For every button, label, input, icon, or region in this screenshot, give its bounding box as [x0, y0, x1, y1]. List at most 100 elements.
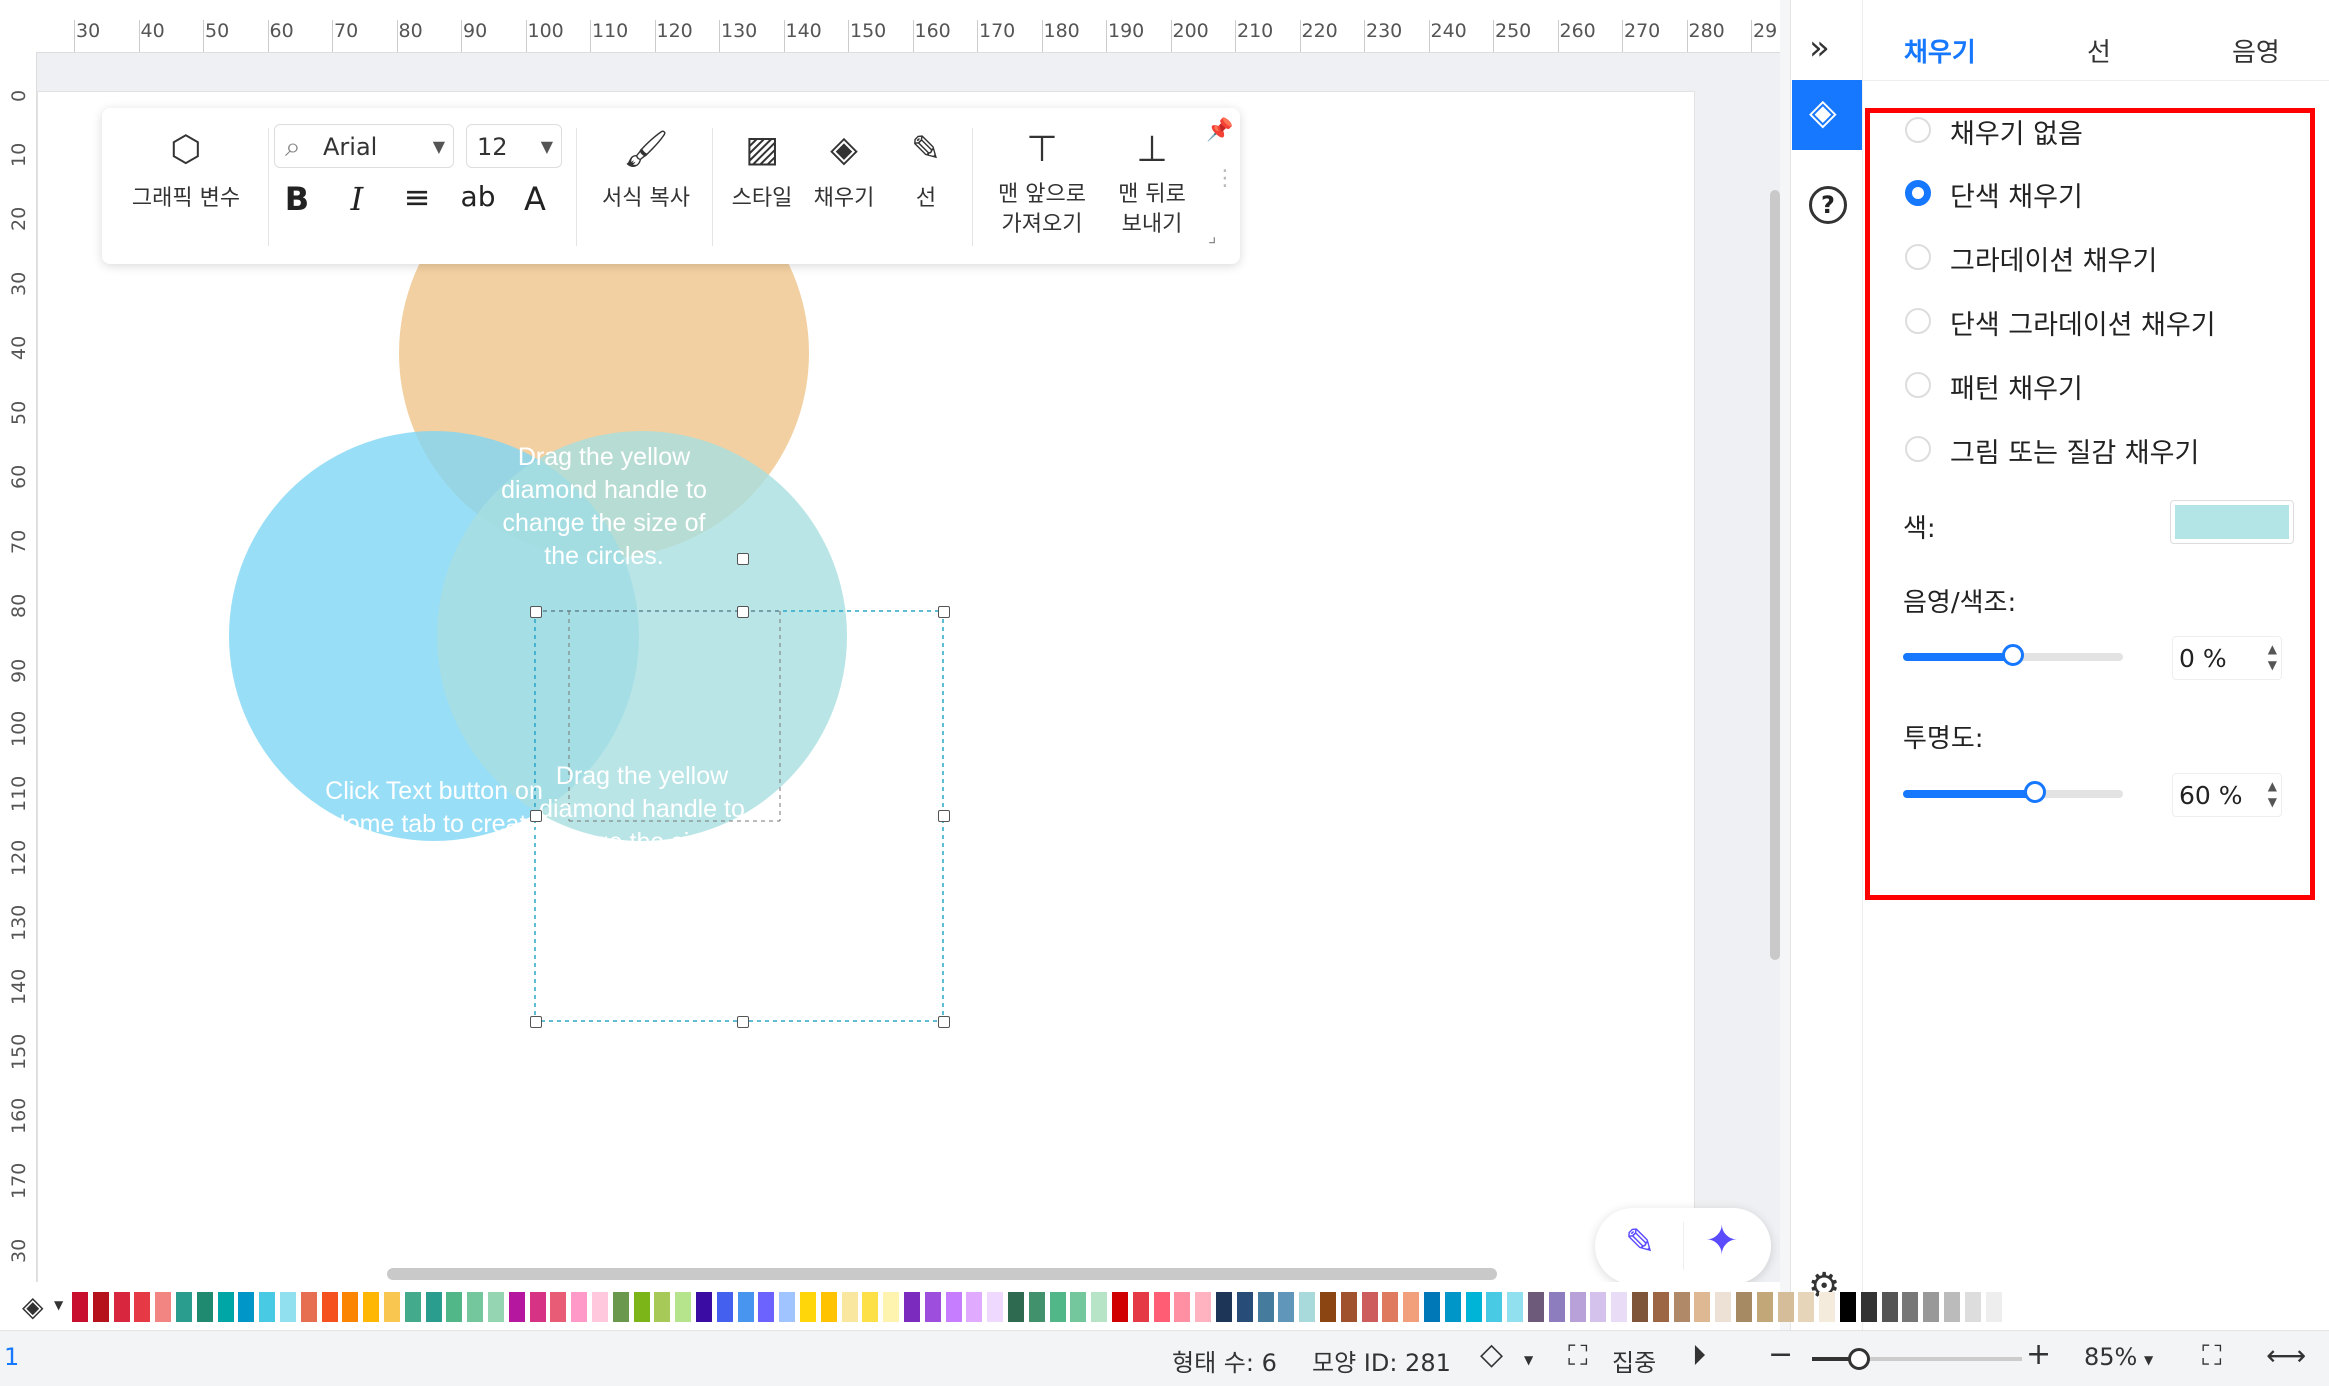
color-swatch[interactable]: [800, 1292, 816, 1322]
format-painter-button[interactable]: 🖌 서식 복사: [586, 130, 706, 212]
italic-button[interactable]: I: [342, 180, 372, 218]
color-swatch[interactable]: [404, 1292, 421, 1322]
spinner-arrows-icon[interactable]: ▲ ▼: [2268, 641, 2277, 673]
shade-slider[interactable]: [1903, 644, 2123, 666]
color-swatch[interactable]: [300, 1292, 317, 1322]
color-swatch[interactable]: [779, 1292, 796, 1322]
color-swatch[interactable]: [654, 1292, 671, 1322]
radio-solid-fill[interactable]: [1905, 180, 1931, 206]
color-swatch[interactable]: [1091, 1292, 1108, 1322]
resize-handle[interactable]: [737, 553, 749, 565]
color-swatch[interactable]: [1486, 1292, 1503, 1322]
fill-panel-tab[interactable]: ◈: [1792, 80, 1862, 150]
resize-handle[interactable]: [737, 606, 749, 618]
color-swatch[interactable]: [1465, 1292, 1482, 1322]
color-swatch[interactable]: [1694, 1292, 1711, 1322]
color-picker[interactable]: [2170, 500, 2294, 544]
color-swatch[interactable]: [176, 1292, 192, 1322]
color-swatch[interactable]: [1444, 1292, 1461, 1322]
color-swatch[interactable]: [92, 1292, 109, 1322]
radio-solid-gradient-fill[interactable]: [1905, 308, 1931, 334]
color-swatch[interactable]: [820, 1292, 837, 1322]
color-swatch[interactable]: [966, 1292, 983, 1322]
align-left-icon[interactable]: ≡: [402, 178, 432, 216]
fill-color-icon[interactable]: ◈: [22, 1290, 44, 1323]
style-button[interactable]: ▨ 스타일: [722, 130, 802, 212]
zoom-level[interactable]: 85%: [2084, 1343, 2137, 1371]
color-swatch[interactable]: [342, 1292, 359, 1322]
color-swatch[interactable]: [196, 1292, 213, 1322]
vertical-scrollbar[interactable]: [1770, 190, 1780, 960]
zoom-out-icon[interactable]: −: [1768, 1337, 1793, 1372]
color-swatch[interactable]: [1424, 1292, 1440, 1322]
color-swatch[interactable]: [571, 1292, 588, 1322]
bring-to-front-button[interactable]: ⊤ 맨 앞으로 가져오기: [982, 130, 1102, 240]
font-color-button[interactable]: A: [520, 180, 550, 218]
right-circle-text[interactable]: Drag the yellow diamond handle to change…: [522, 760, 762, 892]
send-to-back-button[interactable]: ⊥ 맨 뒤로 보내기: [1102, 130, 1202, 240]
color-swatch[interactable]: [1860, 1292, 1877, 1322]
zoom-slider-knob[interactable]: [1848, 1348, 1870, 1370]
focus-label[interactable]: 집중: [1612, 1343, 1656, 1378]
fill-button[interactable]: ◈ 채우기: [804, 130, 884, 212]
color-swatch[interactable]: [155, 1292, 172, 1322]
color-swatch[interactable]: [883, 1292, 900, 1322]
color-swatch[interactable]: [72, 1292, 88, 1322]
resize-handle[interactable]: [938, 1016, 950, 1028]
color-swatch[interactable]: [1569, 1292, 1586, 1322]
chevron-down-icon[interactable]: ▼: [2144, 1353, 2153, 1367]
color-swatch[interactable]: [1278, 1292, 1295, 1322]
graphic-variable-button[interactable]: ⬡ 그래픽 변수: [116, 130, 256, 212]
font-size-select[interactable]: 12 ▼: [466, 124, 562, 168]
color-swatch[interactable]: [1611, 1292, 1628, 1322]
tab-shadow[interactable]: 음영: [2232, 32, 2280, 69]
radio-pattern-fill[interactable]: [1905, 372, 1931, 398]
color-swatch[interactable]: [862, 1292, 879, 1322]
color-swatch[interactable]: [1840, 1292, 1856, 1322]
color-swatch[interactable]: [508, 1292, 525, 1322]
color-swatch[interactable]: [1736, 1292, 1752, 1322]
bold-button[interactable]: B: [282, 180, 312, 218]
color-swatch[interactable]: [1985, 1292, 2002, 1322]
color-swatch[interactable]: [1049, 1292, 1066, 1322]
chevron-down-icon[interactable]: ▼: [54, 1298, 63, 1312]
sparkle-icon[interactable]: ✦: [1705, 1218, 1739, 1264]
color-swatch[interactable]: [592, 1292, 608, 1322]
color-swatch[interactable]: [1361, 1292, 1378, 1322]
color-swatch[interactable]: [321, 1292, 338, 1322]
color-swatch[interactable]: [716, 1292, 733, 1322]
resize-handle[interactable]: [530, 1016, 542, 1028]
color-swatch[interactable]: [696, 1292, 712, 1322]
color-swatch[interactable]: [238, 1292, 255, 1322]
color-swatch[interactable]: [488, 1292, 504, 1322]
color-swatch[interactable]: [1528, 1292, 1544, 1322]
horizontal-scrollbar[interactable]: [387, 1268, 1497, 1280]
color-swatch[interactable]: [1673, 1292, 1690, 1322]
color-swatch[interactable]: [612, 1292, 629, 1322]
transparency-input[interactable]: 60 % ▲ ▼: [2172, 773, 2282, 817]
line-button[interactable]: ✎ 선: [886, 130, 966, 212]
fit-width-icon[interactable]: ⟷: [2266, 1339, 2306, 1372]
color-swatch[interactable]: [1819, 1292, 1836, 1322]
color-swatch[interactable]: [737, 1292, 754, 1322]
color-swatch[interactable]: [675, 1292, 692, 1322]
color-swatch[interactable]: [924, 1292, 941, 1322]
left-circle-text[interactable]: Click Text button on Home tab to create …: [314, 775, 554, 907]
text-highlight-button[interactable]: ab: [458, 180, 498, 213]
color-swatch[interactable]: [259, 1292, 276, 1322]
color-swatch[interactable]: [987, 1292, 1004, 1322]
color-swatch[interactable]: [134, 1292, 151, 1322]
color-swatch[interactable]: [1964, 1292, 1981, 1322]
font-family-select[interactable]: ⌕ Arial ▼: [274, 124, 454, 168]
color-swatch[interactable]: [425, 1292, 442, 1322]
color-swatch[interactable]: [904, 1292, 920, 1322]
color-swatch[interactable]: [1320, 1292, 1336, 1322]
transparency-slider-knob[interactable]: [2024, 781, 2046, 803]
tab-fill[interactable]: 채우기: [1904, 32, 1976, 69]
collapse-panel-icon[interactable]: »: [1809, 28, 1830, 68]
color-swatch[interactable]: [1507, 1292, 1524, 1322]
color-swatch[interactable]: [384, 1292, 400, 1322]
color-swatch[interactable]: [1382, 1292, 1399, 1322]
resize-handle[interactable]: [530, 606, 542, 618]
resize-handle[interactable]: [938, 810, 950, 822]
